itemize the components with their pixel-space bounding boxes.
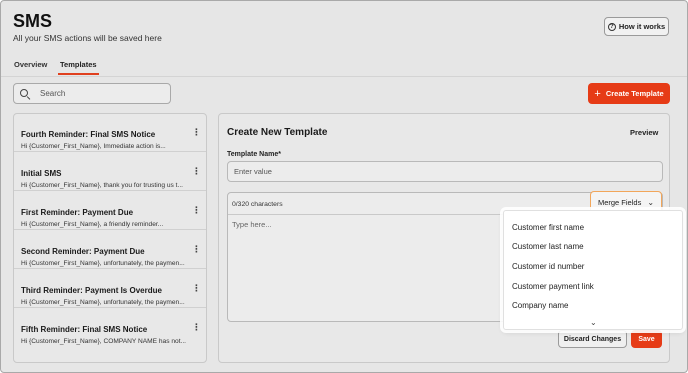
template-name-input[interactable] <box>227 161 663 182</box>
list-item[interactable]: Fifth Reminder: Final SMS Notice ⋮ Hi {C… <box>14 309 206 347</box>
editor-title: Create New Template <box>227 127 328 138</box>
character-count: 0/320 characters <box>232 201 283 208</box>
list-item[interactable]: Second Reminder: Payment Due ⋮ Hi {Custo… <box>14 231 206 269</box>
create-template-label: Create Template <box>605 89 664 98</box>
page-subtitle: All your SMS actions will be saved here <box>13 33 162 43</box>
active-tab-indicator <box>58 73 99 75</box>
how-it-works-label: How it works <box>618 22 666 31</box>
discard-changes-button[interactable]: Discard Changes <box>558 330 627 348</box>
sms-settings-page: SMS All your SMS actions will be saved h… <box>0 0 688 373</box>
search-box[interactable] <box>13 83 171 104</box>
menu-item[interactable]: Customer last name <box>512 242 584 251</box>
template-title: Third Reminder: Payment Is Overdue <box>21 286 162 295</box>
kebab-icon[interactable]: ⋮ <box>192 245 201 254</box>
search-icon <box>20 88 31 100</box>
kebab-icon[interactable]: ⋮ <box>192 128 201 137</box>
tab-templates[interactable]: Templates <box>60 60 97 69</box>
template-title: Second Reminder: Payment Due <box>21 247 145 256</box>
how-it-works-button[interactable]: ? How it works <box>604 17 669 36</box>
menu-item[interactable]: Customer payment link <box>512 282 594 291</box>
template-title: First Reminder: Payment Due <box>21 208 134 217</box>
tab-divider <box>1 76 687 77</box>
kebab-icon[interactable]: ⋮ <box>192 323 201 332</box>
plus-icon: + <box>594 87 601 100</box>
chevron-down-icon: ⌄ <box>647 197 655 207</box>
template-preview: Hi {Customer_First_Name}, a friendly rem… <box>21 221 164 228</box>
template-list: Fourth Reminder: Final SMS Notice ⋮ Hi {… <box>13 113 207 363</box>
menu-item[interactable]: Customer id number <box>512 262 584 271</box>
template-preview: Hi {Customer_First_Name}, thank you for … <box>21 182 183 189</box>
list-item[interactable]: Initial SMS ⋮ Hi {Customer_First_Name}, … <box>14 153 206 191</box>
list-item[interactable]: Fourth Reminder: Final SMS Notice ⋮ Hi {… <box>14 114 206 152</box>
search-input[interactable] <box>40 89 160 98</box>
template-title: Fourth Reminder: Final SMS Notice <box>21 130 156 139</box>
menu-item[interactable]: Company name <box>512 301 568 310</box>
merge-fields-label: Merge Fields <box>597 198 642 207</box>
template-preview: Hi {Customer_First_Name}, unfortunately,… <box>21 260 185 267</box>
template-preview: Hi {Customer_First_Name}, unfortunately,… <box>21 299 185 306</box>
create-template-button[interactable]: + Create Template <box>588 83 670 104</box>
template-preview: Hi {Customer_First_Name}, Immediate acti… <box>21 143 166 150</box>
template-title: Initial SMS <box>21 169 62 178</box>
list-item[interactable]: First Reminder: Payment Due ⋮ Hi {Custom… <box>14 192 206 230</box>
list-item[interactable]: Third Reminder: Payment Is Overdue ⋮ Hi … <box>14 270 206 308</box>
question-circle-icon: ? <box>607 22 616 31</box>
kebab-icon[interactable]: ⋮ <box>192 167 201 176</box>
template-preview: Hi {Customer_First_Name}, COMPANY NAME h… <box>21 338 187 345</box>
kebab-icon[interactable]: ⋮ <box>192 206 201 215</box>
template-title: Fifth Reminder: Final SMS Notice <box>21 325 148 334</box>
page-title: SMS <box>13 11 53 31</box>
menu-item[interactable]: Customer first name <box>512 223 584 232</box>
kebab-icon[interactable]: ⋮ <box>192 284 201 293</box>
merge-fields-menu: Customer first name Customer last name C… <box>503 210 683 330</box>
tab-overview[interactable]: Overview <box>14 60 47 69</box>
save-button[interactable]: Save <box>631 330 662 348</box>
chevron-down-icon[interactable]: ⌄ <box>590 319 597 327</box>
preview-button[interactable]: Preview <box>630 128 658 137</box>
template-name-label: Template Name* <box>227 151 281 158</box>
